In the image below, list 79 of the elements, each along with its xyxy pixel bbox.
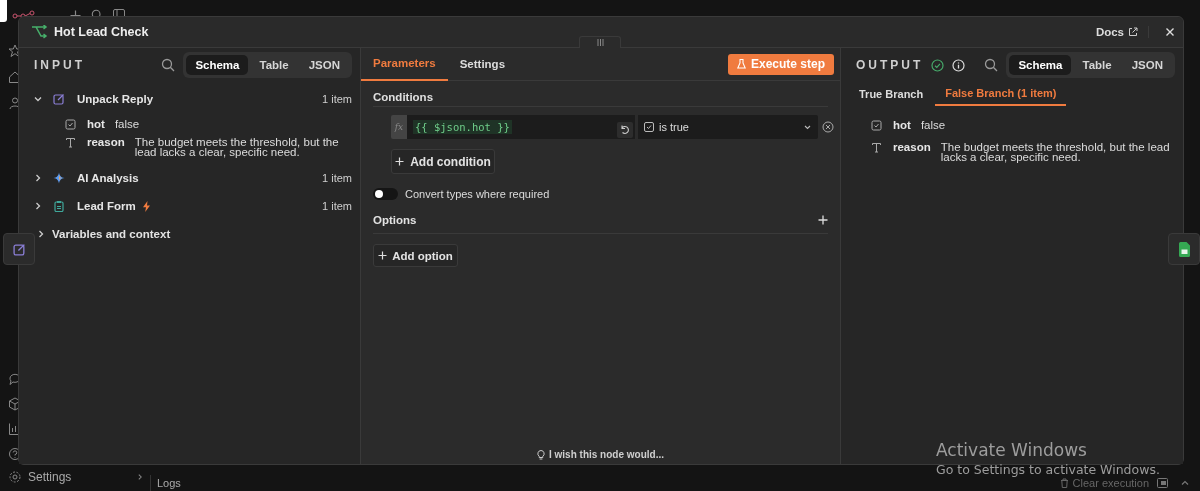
spreadsheet-icon <box>1178 241 1190 257</box>
trash-icon <box>1059 478 1069 488</box>
flask-icon <box>736 59 746 69</box>
checkbox-type-icon <box>871 120 882 131</box>
field-value: false <box>114 118 141 129</box>
field-key: reason <box>87 136 125 148</box>
toggle-label: Convert types where required <box>405 188 550 200</box>
feedback-link[interactable]: I wish this node would... <box>549 449 664 460</box>
info-icon[interactable] <box>952 58 966 72</box>
fx-badge: fx <box>391 115 407 139</box>
drag-handle-icon[interactable] <box>596 39 604 46</box>
checkbox-type-icon <box>65 119 76 130</box>
field-value: The budget meets the threshold, but the lead lacks a clear, specific need. <box>134 136 340 157</box>
view-tab[interactable]: Table <box>1073 55 1121 75</box>
field-key: reason <box>893 141 931 153</box>
field-key: hot <box>893 119 911 131</box>
add-condition-button[interactable]: Add condition <box>391 149 495 174</box>
node-name: Unpack Reply <box>77 93 154 105</box>
item-count: 1 item <box>322 200 352 212</box>
add-option-button[interactable]: Add option <box>373 244 458 267</box>
section-label: Conditions <box>373 81 828 107</box>
panel-tab[interactable]: Settings <box>447 48 518 80</box>
branch-tab[interactable]: True Branch <box>849 82 934 106</box>
branch-icon <box>31 24 48 40</box>
chevron-right-icon[interactable] <box>33 173 43 183</box>
node-name: Lead Form <box>77 200 136 212</box>
edit-icon <box>53 93 65 105</box>
section-label: Options <box>373 214 417 226</box>
view-tab[interactable]: Table <box>250 55 298 75</box>
section-label: Variables and context <box>52 228 171 240</box>
chevron-up-icon[interactable] <box>1180 478 1190 488</box>
plus-icon <box>378 251 388 260</box>
text-type-icon <box>65 137 76 148</box>
chevron-down-icon[interactable] <box>33 94 43 104</box>
chevron-right-icon[interactable] <box>33 201 43 211</box>
rotate-icon[interactable] <box>617 122 633 138</box>
chevron-right-icon[interactable] <box>36 229 46 239</box>
field-value: The budget meets the threshold, but the lead lacks a clear, specific need. <box>940 141 1171 162</box>
plus-icon <box>395 157 405 166</box>
logs-tab[interactable]: Logs <box>157 477 181 489</box>
sparkle-icon <box>53 172 65 184</box>
lightbulb-icon <box>537 449 545 460</box>
chevron-right-icon[interactable] <box>136 473 144 481</box>
view-tab[interactable]: JSON <box>1122 55 1172 75</box>
docs-link[interactable]: Docs <box>1095 26 1149 38</box>
external-link-icon <box>1128 27 1138 37</box>
view-tab[interactable]: JSON <box>299 55 349 75</box>
checkbox-icon <box>644 122 654 132</box>
sidebar-item[interactable]: Settings <box>28 470 72 484</box>
clipboard-icon <box>53 200 65 212</box>
activation-title: Activate Windows <box>936 440 1088 460</box>
item-count: 1 item <box>322 93 352 105</box>
branch-tab[interactable]: False Branch (1 item) <box>935 82 1067 106</box>
close-icon[interactable] <box>1165 27 1175 37</box>
edit-icon <box>12 242 26 256</box>
sheet-node-button[interactable] <box>1168 233 1200 265</box>
search-icon[interactable] <box>984 58 999 72</box>
activation-message: Go to Settings to activate Windows. <box>936 462 1160 477</box>
panel-heading: OUTPUT <box>856 58 924 72</box>
search-icon[interactable] <box>161 58 176 72</box>
remove-icon[interactable] <box>822 121 834 133</box>
panel-tab[interactable]: Parameters <box>361 47 448 81</box>
panel-heading: INPUT <box>34 58 85 72</box>
item-count: 1 item <box>322 172 352 184</box>
view-tab[interactable]: Schema <box>1009 55 1072 75</box>
settings-icon[interactable] <box>8 470 22 484</box>
text-type-icon <box>871 142 882 153</box>
field-key: hot <box>87 118 105 130</box>
popout-icon[interactable] <box>1157 478 1168 488</box>
node-name: AI Analysis <box>77 172 139 184</box>
logo-icon[interactable] <box>12 10 36 20</box>
toggle-switch[interactable] <box>373 188 398 200</box>
field-value: false <box>920 119 947 130</box>
window-title: Hot Lead Check <box>54 25 149 39</box>
expression-field[interactable]: {{ $json.hot }} <box>407 115 635 139</box>
edit-node-button[interactable] <box>3 233 35 265</box>
operator-dropdown[interactable]: is true <box>638 115 818 139</box>
view-tab[interactable]: Schema <box>186 55 249 75</box>
success-check-icon <box>931 58 945 72</box>
